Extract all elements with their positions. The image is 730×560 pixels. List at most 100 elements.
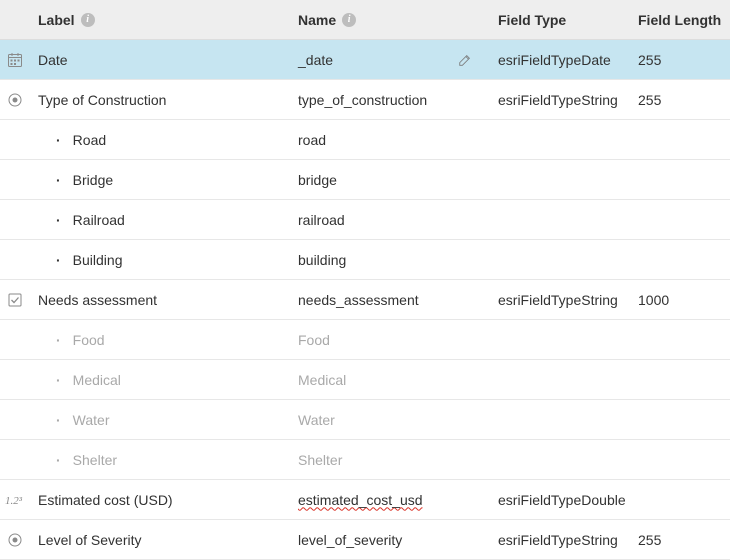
sub-row-label[interactable]: ·Bridge: [30, 162, 290, 198]
row-name-text: _date: [298, 52, 333, 68]
row-label[interactable]: Estimated cost (USD): [30, 482, 290, 518]
sub-row-spacer: [0, 376, 30, 384]
sub-row-spacer: [0, 416, 30, 424]
table-row[interactable]: Type of Construction type_of_construction…: [0, 80, 730, 120]
table-row[interactable]: Date _date esriFieldTypeDate 255: [0, 40, 730, 80]
table-row[interactable]: Estimated cost (USD) estimated_cost_usd es…: [0, 480, 730, 520]
info-icon[interactable]: i: [342, 13, 356, 27]
row-field-length-text: 255: [638, 92, 661, 108]
sub-row-field-length: [630, 330, 730, 350]
row-label-text: Date: [38, 52, 68, 68]
header-field-type-text: Field Type: [498, 12, 566, 28]
sub-row-name-text: building: [298, 252, 346, 268]
row-field-type-text: esriFieldTypeString: [498, 92, 618, 108]
table-sub-row[interactable]: · Medical Medical: [0, 360, 730, 400]
sub-row-name[interactable]: building: [290, 242, 490, 278]
row-name[interactable]: type_of_construction: [290, 82, 490, 118]
sub-row-field-length: [630, 410, 730, 430]
table-sub-row[interactable]: ·Railroadrailroad: [0, 200, 730, 240]
bullet-icon: ·: [56, 252, 61, 268]
sub-row-field-type: [490, 130, 630, 150]
row-name-text: needs_assessment: [298, 292, 419, 308]
row-field-type: esriFieldTypeString: [490, 82, 630, 118]
table-sub-row[interactable]: · Water Water: [0, 400, 730, 440]
pencil-icon[interactable]: [458, 53, 472, 67]
row-name[interactable]: estimated_cost_usd: [290, 482, 490, 518]
header-label[interactable]: Label i: [30, 2, 290, 38]
sub-row-name[interactable]: road: [290, 122, 490, 158]
sub-row-field-type: [490, 250, 630, 270]
sub-row-name-text: Water: [298, 412, 335, 428]
sub-row-label[interactable]: · Building: [30, 242, 290, 278]
table-sub-row[interactable]: · Shelter Shelter: [0, 440, 730, 480]
row-label[interactable]: Level of Severity: [30, 522, 290, 558]
bullet-icon: ·: [56, 372, 61, 388]
bullet-icon: ·: [56, 172, 61, 188]
sub-row-label-text: Water: [73, 412, 110, 428]
bullet-icon: ·: [56, 132, 61, 148]
header-icon-spacer: [0, 16, 30, 24]
fields-table: Label i Name i Field Type Field Length D…: [0, 0, 730, 560]
table-sub-row[interactable]: ·FoodFood: [0, 320, 730, 360]
bullet-icon: ·: [56, 332, 61, 348]
row-type-icon: [0, 88, 30, 112]
table-row[interactable]: Level of Severitylevel_of_severity esriFi…: [0, 520, 730, 560]
sub-row-field-length: [630, 250, 730, 270]
sub-row-label[interactable]: · Medical: [30, 362, 290, 398]
row-field-type-text: esriFieldTypeDate: [498, 52, 611, 68]
header-name[interactable]: Name i: [290, 2, 490, 38]
row-label-text: Type of Construction: [38, 92, 166, 108]
sub-row-spacer: [0, 256, 30, 264]
sub-row-name-text: bridge: [298, 172, 337, 188]
bullet-icon: ·: [56, 212, 61, 228]
sub-row-label-text: Medical: [73, 372, 121, 388]
sub-row-label-text: Shelter: [73, 452, 117, 468]
row-field-length-text: 255: [638, 52, 661, 68]
sub-row-label[interactable]: ·Railroad: [30, 202, 290, 238]
row-name[interactable]: _date: [290, 42, 490, 78]
row-name-text: estimated_cost_usd: [298, 492, 423, 508]
sub-row-name[interactable]: railroad: [290, 202, 490, 238]
sub-row-field-type: [490, 370, 630, 390]
sub-row-label[interactable]: · Shelter: [30, 442, 290, 478]
row-name[interactable]: level_of_severity: [290, 522, 490, 558]
row-field-length-text: 1000: [638, 292, 669, 308]
row-name[interactable]: needs_assessment: [290, 282, 490, 318]
row-label[interactable]: Type of Construction: [30, 82, 290, 118]
sub-row-label-text: Building: [73, 252, 123, 268]
info-icon[interactable]: i: [81, 13, 95, 27]
bullet-icon: ·: [56, 412, 61, 428]
sub-row-field-length: [630, 170, 730, 190]
row-field-type: esriFieldTypeDouble: [490, 482, 630, 518]
sub-row-name[interactable]: Shelter: [290, 442, 490, 478]
header-field-type[interactable]: Field Type: [490, 2, 630, 38]
row-field-length: 255: [630, 82, 730, 118]
header-name-text: Name: [298, 12, 336, 28]
row-name-text: type_of_construction: [298, 92, 427, 108]
sub-row-name[interactable]: Food: [290, 322, 490, 358]
sub-row-name[interactable]: Medical: [290, 362, 490, 398]
bullet-icon: ·: [56, 452, 61, 468]
row-label-text: Estimated cost (USD): [38, 492, 173, 508]
row-field-type-text: esriFieldTypeString: [498, 532, 618, 548]
sub-row-field-length: [630, 210, 730, 230]
sub-row-label[interactable]: · Water: [30, 402, 290, 438]
sub-row-field-length: [630, 450, 730, 470]
table-sub-row[interactable]: ·Roadroad: [0, 120, 730, 160]
row-field-type: esriFieldTypeDate: [490, 42, 630, 78]
sub-row-label[interactable]: ·Food: [30, 322, 290, 358]
sub-row-spacer: [0, 216, 30, 224]
table-sub-row[interactable]: ·Bridge bridge: [0, 160, 730, 200]
sub-row-name-text: Medical: [298, 372, 346, 388]
sub-row-name[interactable]: Water: [290, 402, 490, 438]
row-type-icon: [0, 48, 30, 72]
row-label[interactable]: Date: [30, 42, 290, 78]
sub-row-label[interactable]: ·Road: [30, 122, 290, 158]
row-label[interactable]: Needs assessment: [30, 282, 290, 318]
sub-row-spacer: [0, 136, 30, 144]
header-field-length[interactable]: Field Length: [630, 2, 730, 38]
table-sub-row[interactable]: · Building building: [0, 240, 730, 280]
row-type-icon: [0, 489, 30, 511]
sub-row-name[interactable]: bridge: [290, 162, 490, 198]
table-row[interactable]: Needs assessmentneeds_assessmentesriFiel…: [0, 280, 730, 320]
